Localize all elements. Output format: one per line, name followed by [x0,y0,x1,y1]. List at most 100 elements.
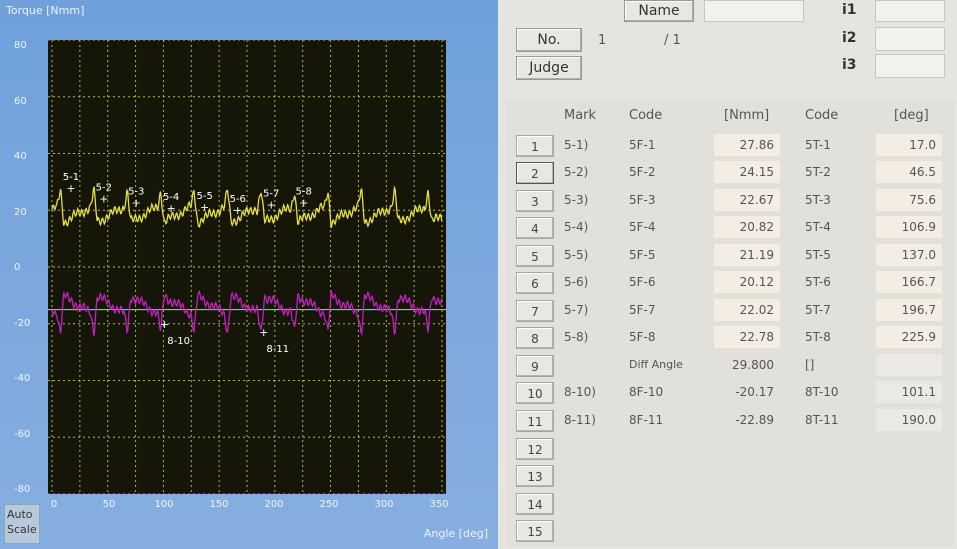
row-button[interactable]: 12 [516,438,554,460]
cell-angle-value: 106.9 [876,216,942,238]
peak-label: 5-1 [63,172,79,183]
cell-code-2: 5T-1 [805,138,831,152]
cell-mark: 8-11) [564,413,596,427]
cell-mark: 5-8) [564,330,589,344]
cell-code-2: 8T-10 [805,385,839,399]
cell-code-2: 5T-8 [805,330,831,344]
row-button[interactable]: 9 [516,355,554,377]
trough-label: 8-11 [266,344,289,355]
trough-label: 8-10 [167,336,190,347]
x-tick-label: 100 [154,499,174,510]
row-button[interactable]: 6 [516,272,554,294]
cell-code-2: 5T-3 [805,193,831,207]
peak-marker: + [167,202,176,215]
x-tick-label: 200 [264,499,284,510]
row-button[interactable]: 7 [516,300,554,322]
chart-panel: Torque [Nmm] 80 60 40 20 0 -20 -40 -60 -80 0 50 10… [0,0,498,549]
cell-torque-value: 29.800 [732,358,774,372]
y-tick-label: 60 [14,96,27,107]
y-tick-label: -60 [14,429,31,440]
y-tick-label: 40 [14,151,27,162]
x-tick-label: 250 [319,499,339,510]
cell-angle-value: 101.1 [876,381,942,403]
cell-mark: 5-3) [564,193,589,207]
peak-label: 5-4 [163,192,179,203]
i1-label: i1 [842,2,857,18]
row-button[interactable]: 15 [516,520,554,542]
name-button[interactable]: Name [624,0,694,22]
header-code-1: Code [629,108,663,123]
x-tick-label: 350 [429,499,449,510]
cell-code-1: 5F-7 [629,303,656,317]
i3-field[interactable] [875,54,945,78]
cell-code-1: 5F-1 [629,138,656,152]
torque-plot: +5-1+5-2+5-3+5-4+5-5+5-6 +5-7+5-8+8-10+8-… [48,40,446,494]
cell-code-2: 5T-6 [805,275,831,289]
header-deg: [deg] [894,108,929,123]
i2-field[interactable] [875,27,945,51]
row-button[interactable]: 8 [516,327,554,349]
cell-code-1: 8F-11 [629,413,664,427]
row-button[interactable]: 3 [516,190,554,212]
x-axis-label: Angle [deg] [423,527,488,540]
cell-angle-value: 17.0 [876,134,942,156]
y-tick-label: -40 [14,373,31,384]
cell-angle-value: 75.6 [876,189,942,211]
i3-label: i3 [842,57,857,73]
peak-label: 5-8 [296,186,312,197]
trough-marker: + [160,318,169,331]
cell-mark: 5-7) [564,303,589,317]
record-total: / 1 [664,33,681,48]
cell-torque-value: 20.82 [714,216,780,238]
cell-code-2: 5T-2 [805,165,831,179]
y-tick-label: 0 [14,262,21,273]
peak-label: 5-6 [230,194,246,205]
cell-torque-value: 21.19 [714,244,780,266]
row-button[interactable]: 2 [516,162,554,184]
cell-torque-value: 24.15 [714,161,780,183]
row-button[interactable]: 4 [516,217,554,239]
cell-code-1: Diff Angle [629,358,683,371]
trough-marker: + [259,326,268,339]
x-tick-label: 0 [50,499,58,510]
y-tick-label: 20 [14,207,27,218]
i1-field[interactable] [875,0,945,22]
header-nmm: [Nmm] [724,108,770,123]
cell-mark: 5-4) [564,220,589,234]
name-field[interactable] [704,0,804,22]
cell-code-2: [] [805,358,815,372]
peak-marker: + [233,204,242,217]
cell-torque-value: 27.86 [714,134,780,156]
cell-code-1: 5F-8 [629,330,656,344]
cell-mark: 8-10) [564,385,596,399]
cell-mark: 5-6) [564,275,589,289]
cell-angle-value [876,354,942,376]
no-button[interactable]: No. [516,28,582,52]
row-button[interactable]: 5 [516,245,554,267]
auto-scale-button[interactable]: Auto Scale [4,504,40,544]
peak-marker: + [299,196,308,209]
row-button[interactable]: 13 [516,465,554,487]
cell-torque-value: 22.02 [714,299,780,321]
row-button[interactable]: 14 [516,493,554,515]
cell-angle-value: 137.0 [876,244,942,266]
cell-code-1: 5F-2 [629,165,656,179]
row-button[interactable]: 1 [516,135,554,157]
peak-label: 5-3 [128,187,144,198]
x-tick-label: 150 [209,499,229,510]
row-button[interactable]: 10 [516,382,554,404]
peak-marker: + [99,192,108,205]
y-tick-label: -20 [14,318,31,329]
peak-marker: + [66,182,75,195]
i2-label: i2 [842,30,857,46]
x-tick-label: 50 [102,499,116,510]
cell-mark: 5-5) [564,248,589,262]
y-tick-label: 80 [14,40,27,51]
judge-button[interactable]: Judge [516,56,582,80]
cell-angle-value: 190.0 [876,409,942,431]
row-button[interactable]: 11 [516,410,554,432]
cell-torque-value: 22.67 [714,189,780,211]
x-tick-label: 300 [374,499,394,510]
peak-marker: + [200,201,209,214]
record-number: 1 [598,33,607,48]
